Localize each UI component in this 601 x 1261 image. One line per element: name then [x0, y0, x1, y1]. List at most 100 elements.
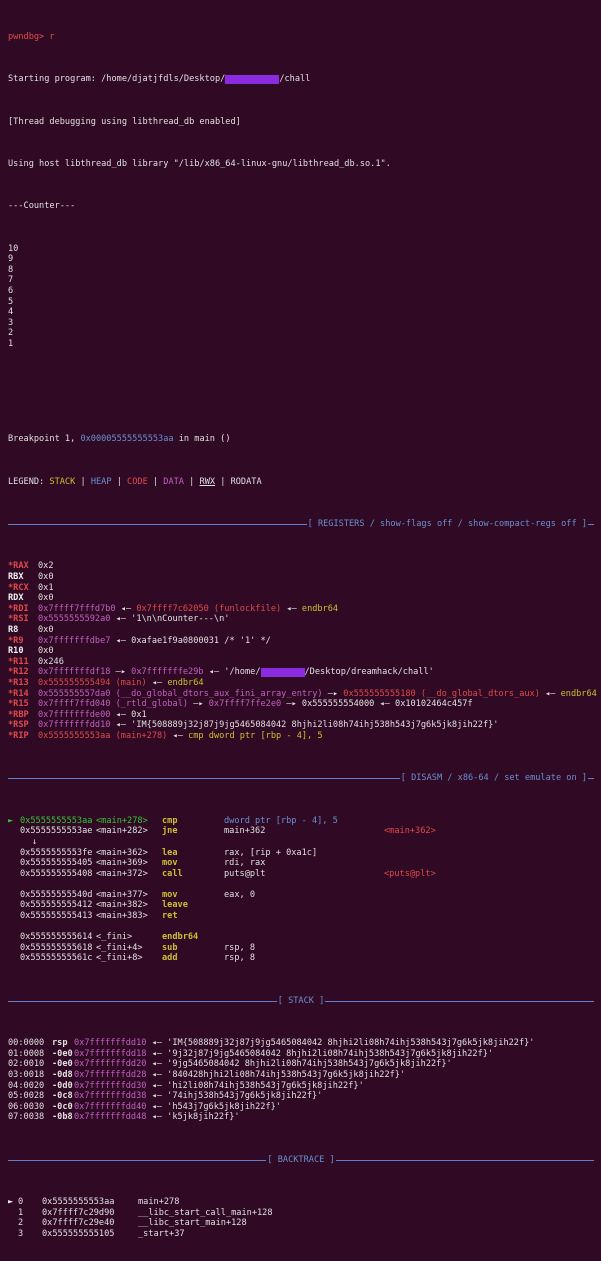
stack-offset: 01:0008 — [8, 1048, 45, 1059]
instruction-address: 0x555555555412 — [20, 900, 93, 911]
register-row: *R15 0x7ffff7ffd040 (_rtld_global) —▸ 0x7… — [8, 699, 601, 710]
divider — [8, 1000, 277, 1002]
instruction-mnemonic: cmp — [162, 815, 178, 826]
stack-register: -0c8 — [52, 1091, 73, 1102]
stack-value: '840428hjhi2li08h74ihj538h543j7g6k5jk8ji… — [167, 1069, 406, 1080]
stack-register: rsp — [52, 1038, 68, 1049]
register-row: *RBP 0x7fffffffde00 ◂— 0x1 — [8, 710, 601, 721]
register-address: 0x555555557da0 (__do_global_dtors_aux_fi… — [38, 688, 323, 699]
instruction-annotation: <puts@plt> — [384, 868, 436, 879]
instruction-address: 0x555555555413 — [20, 911, 93, 922]
counter-value: 5 — [8, 296, 14, 307]
pointer-arrow: ◂— — [146, 1101, 168, 1112]
instruction-symbol: <_fini> — [96, 932, 133, 943]
instruction-symbol: <main+383> — [96, 911, 148, 922]
register-name: *R14 — [8, 688, 29, 699]
disasm-row: 0x555555555413 <main+383> ret — [8, 911, 601, 922]
registers-section-header: [ REGISTERS / show-flags off / show-comp… — [8, 519, 594, 530]
legend-heap: HEAP — [90, 476, 112, 487]
register-instruction: endbr64 — [301, 603, 339, 614]
register-name: *R11 — [8, 656, 29, 667]
instruction-address: 0x5555555553ae — [20, 826, 93, 837]
register-string: '/home/ — [224, 667, 261, 678]
register-row: R8 0x0 — [8, 625, 601, 636]
legend-rodata: RODATA — [230, 476, 262, 487]
instruction-symbol: <main+372> — [96, 868, 148, 879]
register-row: *RDI 0x7ffff7fffd7b0 ◂— 0x7ffff7c62050 (f… — [8, 604, 601, 615]
frame-function: __libc_start_main+128 — [138, 1218, 247, 1229]
divider — [8, 1159, 267, 1161]
register-instruction: cmp dword ptr [rbp - 4], 5 — [188, 730, 323, 741]
instruction-operands: rsp, 8 — [224, 953, 256, 964]
frame-function: __libc_start_call_main+128 — [138, 1207, 273, 1218]
register-instruction: endbr64 — [167, 678, 204, 688]
backtrace-panel: ► 0 0x5555555553aa main+278 1 0x7ffff7c29d90 _… — [8, 1197, 601, 1239]
register-name: *RDI — [8, 603, 29, 614]
stack-value: 'k5jk8jih22f}' — [167, 1112, 240, 1123]
instruction-operands: rsp, 8 — [224, 942, 256, 953]
stack-offset: 00:0000 — [8, 1038, 45, 1049]
register-name: RDX — [8, 593, 24, 604]
stack-value: 'hi2li08h74ihj538h543j7g6k5jk8jih22f}' — [167, 1080, 364, 1091]
register-target: 0x7ffff7ffe2e0 — [208, 699, 282, 710]
divider — [8, 778, 400, 780]
stack-address: 0x7fffffffdd10 — [74, 1038, 147, 1049]
stack-address: 0x7fffffffdd20 — [74, 1059, 147, 1070]
register-target: 0x7ffff7c62050 (funlockfile) — [136, 603, 282, 614]
registers-panel: *RAX 0x2 RBX 0x0 *RCX 0x1 RDX 0x0 *RDI 0x7ffff7ff… — [8, 561, 601, 741]
stack-address: 0x7fffffffdd38 — [74, 1091, 147, 1102]
redacted-block — [260, 668, 305, 678]
frame-function: main+278 — [138, 1197, 180, 1208]
counter-value: 10 — [8, 243, 19, 254]
disasm-spacer — [8, 922, 601, 933]
stack-address: 0x7fffffffdd40 — [74, 1101, 147, 1112]
stack-row: 03:0018 -0d8 0x7fffffffdd28 ◂— '840428hjhi… — [8, 1070, 601, 1081]
stack-row: 05:0028 -0c8 0x7fffffffdd38 ◂— '74ihj538h5… — [8, 1091, 601, 1102]
disasm-row: 0x555555555614 <_fini> endbr64 — [8, 932, 601, 943]
stack-row: 06:0030 -0c0 0x7fffffffdd40 ◂— 'h543j7g6k5… — [8, 1102, 601, 1113]
stack-row: 01:0008 -0e0 0x7fffffffdd18 ◂— '9j32j87j9j… — [8, 1049, 601, 1060]
stack-register: -0d8 — [52, 1069, 73, 1080]
disasm-row: 0x55555555540d <main+377> mov eax, 0 — [8, 890, 601, 901]
legend-rwx: RWX — [199, 476, 216, 487]
pointer-arrow: ◂— — [110, 720, 132, 731]
stack-address: 0x7fffffffdd18 — [74, 1048, 147, 1059]
breakpoint-address: 0x00005555555553aa — [80, 434, 174, 445]
stack-section-header: [ STACK ] — [8, 996, 595, 1007]
counter-value: 7 — [8, 275, 14, 286]
starting-program-line: Starting program: /home/djatjfdls/Deskto… — [8, 74, 601, 85]
pointer-arrow: —▸ — [110, 667, 132, 678]
current-frame-marker-icon: ► — [8, 1197, 14, 1208]
frame-address: 0x7ffff7c29d90 — [42, 1207, 115, 1218]
stack-value: '9j32j87j9jg5465084042 8hjhi2li08h74ihj5… — [167, 1048, 494, 1059]
pointer-arrow: ◂— — [146, 1059, 168, 1070]
instruction-mnemonic: mov — [162, 858, 178, 869]
register-row: RDX 0x0 — [8, 593, 601, 604]
stack-register: -0c0 — [52, 1101, 73, 1112]
instruction-address: 0x55555555540d — [20, 889, 93, 900]
register-row: *R13 0x555555555494 (main) ◂— endbr64 — [8, 678, 601, 689]
register-name: RBX — [8, 572, 24, 583]
counter-value: 3 — [8, 317, 14, 328]
stack-offset: 07:0038 — [8, 1112, 45, 1123]
instruction-operands: eax, 0 — [224, 889, 256, 900]
instruction-address: 0x555555555618 — [20, 942, 93, 953]
terminal-output[interactable]: pwndbg> r Starting program: /home/djatjf… — [8, 0, 601, 1239]
instruction-address: 0x5555555553aa — [20, 815, 93, 826]
pointer-arrow: ◂— — [146, 1069, 168, 1080]
legend-data: DATA — [163, 476, 184, 487]
counter-header: ---Counter--- — [8, 201, 76, 212]
backtrace-frame: 2 0x7ffff7c29e40 __libc_start_main+128 — [8, 1218, 601, 1229]
pointer-arrow: ◂— — [110, 709, 132, 720]
pointer-arrow: ◂— — [203, 667, 225, 678]
pointer-arrow: ◂— — [146, 1080, 168, 1091]
backtrace-frame: 3 0x555555555105 _start+37 — [8, 1229, 601, 1240]
starting-program-text: Starting program: /home/djatjfdls/Deskto… — [8, 74, 226, 85]
disasm-row: 0x555555555618 <_fini+4> sub rsp, 8 — [8, 943, 601, 954]
instruction-mnemonic: ret — [162, 911, 178, 922]
counter-value: 8 — [8, 264, 14, 275]
stack-value: '74ihj538h543j7g6k5jk8jih22f}' — [167, 1091, 323, 1102]
register-row: *R9 0x7fffffffdbe7 ◂— 0xafae1f9a0800031 /… — [8, 636, 601, 647]
register-name: *R12 — [8, 667, 29, 678]
instruction-symbol: <_fini+4> — [96, 942, 143, 953]
